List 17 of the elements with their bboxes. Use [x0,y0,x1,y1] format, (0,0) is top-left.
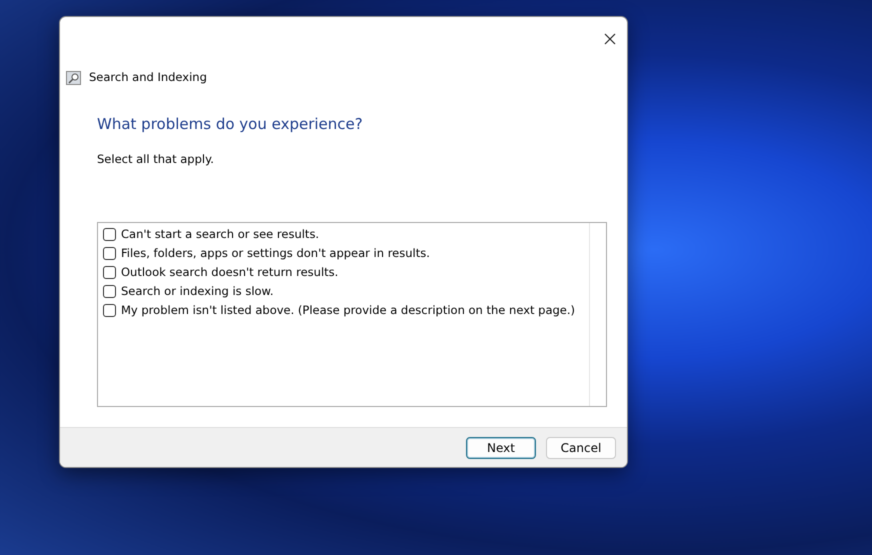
window-title: Search and Indexing [89,68,207,86]
page-heading: What problems do you experience? [97,115,364,133]
option-label[interactable]: Outlook search doesn't return results. [121,264,338,282]
magnifier-icon [66,70,81,84]
close-icon [604,33,616,45]
checkbox[interactable] [103,285,116,298]
next-button[interactable]: Next [466,436,536,458]
cancel-button[interactable]: Cancel [546,436,616,458]
option-label[interactable]: Can't start a search or see results. [121,226,320,244]
checkbox[interactable] [103,304,116,318]
option-label[interactable]: Search or indexing is slow. [121,283,274,300]
instruction-text: Select all that apply. [97,151,215,168]
checkbox[interactable] [103,247,116,260]
option-label[interactable]: Files, folders, apps or settings don't appear in results. [121,245,430,262]
option-label[interactable]: My problem isn't listed above. (Please provide a description on the next page.) [121,302,576,320]
checkbox[interactable] [103,266,116,280]
checkbox[interactable] [103,228,116,242]
